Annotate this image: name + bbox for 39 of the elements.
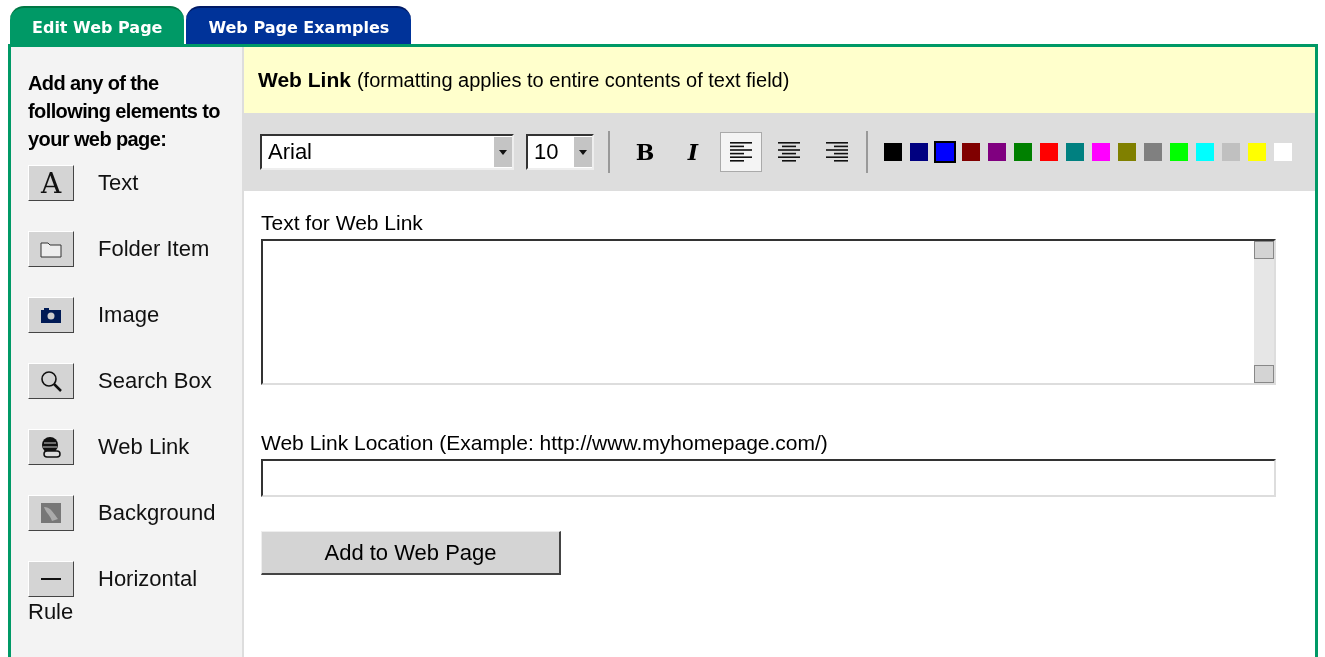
size-select[interactable]: 10 xyxy=(526,134,594,170)
element-label[interactable]: Folder Item xyxy=(98,234,210,264)
element-button[interactable] xyxy=(28,363,74,399)
rule-icon xyxy=(41,578,61,580)
element-button[interactable] xyxy=(28,429,74,465)
bold-button[interactable]: B xyxy=(624,132,666,172)
add-button[interactable]: Add to Web Page xyxy=(261,531,561,575)
scrollbar[interactable] xyxy=(1254,241,1274,383)
element-button[interactable] xyxy=(28,561,74,597)
header-note: (formatting applies to entire contents of text field) xyxy=(356,68,790,92)
field-label: Web Link Location (Example: http://www.myhomepage.com/) xyxy=(261,431,829,455)
landscape-icon xyxy=(38,501,64,525)
sidebar-heading: Add any of the following elements to your web page: xyxy=(28,71,221,152)
element-label[interactable]: Image xyxy=(98,300,160,330)
align-center-icon xyxy=(776,141,802,163)
letter-icon: A xyxy=(40,166,62,200)
element-button[interactable]: A xyxy=(28,165,74,201)
element-label[interactable]: Search Box xyxy=(98,366,212,396)
element-label[interactable]: Web Link xyxy=(98,432,190,462)
element-button[interactable] xyxy=(28,231,74,267)
element-label[interactable]: Rule xyxy=(28,597,74,627)
element-button[interactable] xyxy=(28,297,74,333)
header-title: Web Link xyxy=(258,68,351,92)
search-icon xyxy=(38,369,64,393)
align-left-icon xyxy=(728,141,754,163)
caret-icon xyxy=(579,149,587,155)
element-button[interactable] xyxy=(28,495,74,531)
font-select[interactable]: Arial xyxy=(260,134,514,170)
element-label[interactable]: Background xyxy=(98,498,216,528)
caret-icon xyxy=(499,149,507,155)
tab[interactable]: Edit Web Page xyxy=(10,6,185,44)
location-field[interactable] xyxy=(261,459,1276,497)
align-right-icon xyxy=(824,141,850,163)
align-left-button[interactable] xyxy=(720,132,762,172)
tab[interactable]: Web Page Examples xyxy=(186,6,412,44)
element-label[interactable]: Horizontal xyxy=(98,564,198,594)
field-label: Text for Web Link xyxy=(261,211,424,235)
element-label[interactable]: Text xyxy=(98,168,139,198)
italic-button[interactable]: I xyxy=(672,132,714,172)
